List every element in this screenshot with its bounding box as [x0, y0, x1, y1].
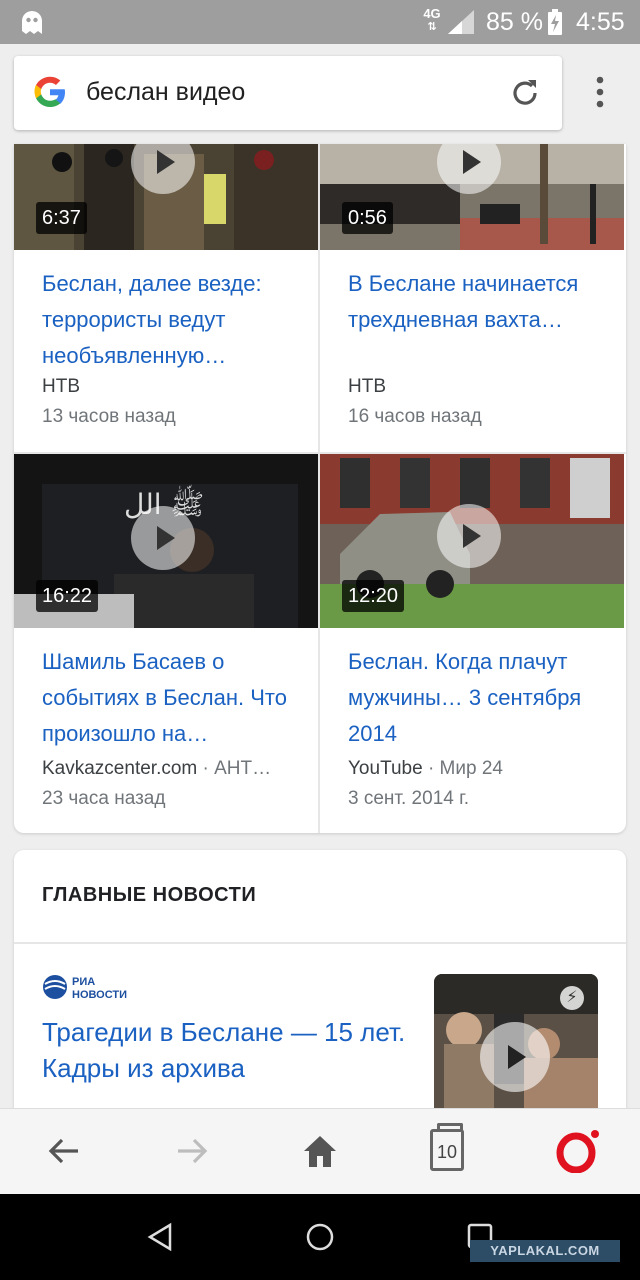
video-duration: 12:20	[342, 580, 405, 612]
forward-arrow-icon[interactable]	[172, 1131, 212, 1171]
status-clock: 4:55	[576, 8, 625, 36]
video-result[interactable]: 0:56 В Беслане начинается трехдневная ва…	[320, 144, 624, 452]
back-arrow-icon[interactable]	[44, 1131, 84, 1171]
video-duration: 6:37	[36, 202, 87, 234]
video-title-link[interactable]: Шамиль Басаев о событиях в Беслан. Что п…	[42, 644, 302, 752]
video-time: 3 сент. 2014 г.	[348, 788, 469, 809]
video-result[interactable]: ﷺ الل 16:22 Шамиль Басаев о событиях в Б…	[14, 454, 318, 833]
browser-bottom-toolbar: 10	[0, 1108, 640, 1194]
google-logo-icon	[34, 76, 65, 107]
video-title-link[interactable]: Беслан, далее везде: террористы ведут не…	[42, 266, 302, 374]
video-result[interactable]: 12:20 Беслан. Когда плачут мужчины… 3 се…	[320, 454, 624, 833]
tabs-count-button[interactable]: 10	[430, 1123, 464, 1171]
network-type-label: 4G ⇅	[423, 6, 441, 33]
video-thumbnail[interactable]: 6:37	[14, 144, 318, 250]
battery-charging-icon	[548, 9, 562, 35]
video-title-link[interactable]: В Беслане начинается трехдневная вахта…	[348, 266, 608, 338]
news-article-link[interactable]: Трагедии в Беслане — 15 лет. Кадры из ар…	[42, 1014, 412, 1086]
video-thumbnail[interactable]: 12:20	[320, 454, 624, 628]
video-thumbnail[interactable]: ﷺ الل 16:22	[14, 454, 318, 628]
video-time: 13 часов назад	[42, 406, 176, 427]
video-time: 23 часа назад	[42, 788, 166, 809]
battery-percent: 85 %	[486, 8, 543, 36]
play-icon	[437, 504, 501, 568]
search-box[interactable]: беслан видео	[14, 56, 562, 130]
play-icon	[480, 1022, 550, 1092]
svg-text:НОВОСТИ: НОВОСТИ	[72, 989, 127, 1001]
video-results-card: 6:37 Беслан, далее везде: террористы вед…	[14, 144, 626, 833]
publisher-logo: РИА НОВОСТИ	[42, 972, 152, 1002]
nav-back-icon[interactable]	[146, 1222, 176, 1252]
browser-top-bar: беслан видео	[0, 44, 640, 144]
signal-strength-icon	[448, 10, 474, 34]
status-bar: 4G ⇅ 85 % 4:55	[0, 0, 640, 44]
video-time: 16 часов назад	[348, 406, 482, 427]
video-duration: 16:22	[36, 580, 99, 612]
top-news-card: ГЛАВНЫЕ НОВОСТИ РИА НОВОСТИ Трагедии в Б…	[14, 850, 626, 1150]
video-source: НТВ	[42, 376, 80, 397]
more-menu-icon[interactable]	[590, 74, 610, 114]
video-result[interactable]: 6:37 Беслан, далее везде: террористы вед…	[14, 144, 318, 452]
ria-novosti-logo: РИА НОВОСТИ	[43, 975, 127, 1001]
video-source: НТВ	[348, 376, 386, 397]
video-thumbnail[interactable]: 0:56	[320, 144, 624, 250]
video-source: YouTube · Мир 24	[348, 758, 503, 779]
video-source: Kavkazcenter.com · АНТ…	[42, 758, 272, 779]
video-duration: 0:56	[342, 202, 393, 234]
android-nav-bar: YAPLAKAL.COM	[0, 1194, 640, 1280]
nav-home-icon[interactable]	[304, 1221, 336, 1253]
divider	[14, 942, 626, 944]
amp-lightning-icon: ⚡	[560, 986, 584, 1010]
svg-text:РИА: РИА	[72, 976, 95, 988]
home-icon[interactable]	[300, 1131, 340, 1171]
search-query-text: беслан видео	[86, 78, 246, 106]
watermark-label: YAPLAKAL.COM	[470, 1240, 620, 1262]
reload-icon[interactable]	[508, 76, 542, 110]
video-title-link[interactable]: Беслан. Когда плачут мужчины… 3 сентября…	[348, 644, 608, 752]
play-icon	[131, 506, 195, 570]
ghost-app-icon	[22, 11, 42, 34]
opera-menu-icon[interactable]	[556, 1129, 600, 1173]
section-heading: ГЛАВНЫЕ НОВОСТИ	[42, 884, 257, 906]
